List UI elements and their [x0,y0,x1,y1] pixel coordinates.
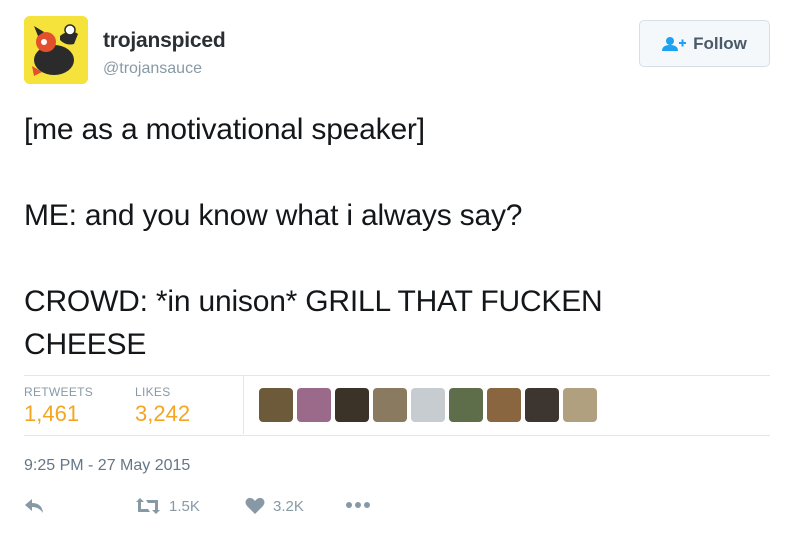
stats-divider [243,376,244,434]
more-button[interactable] [345,501,371,509]
liker-avatar[interactable] [297,388,331,422]
reply-button[interactable] [24,497,46,515]
follow-button-label: Follow [693,33,747,53]
avatar-image [24,16,88,84]
liker-avatar[interactable] [335,388,369,422]
liker-avatars [259,388,597,422]
tweet-line: CROWD: *in unison* GRILL THAT FUCKEN [24,285,603,318]
likes-label[interactable]: LIKES [135,385,171,399]
user-handle[interactable]: @trojansauce [103,60,202,78]
timestamp[interactable]: 9:25 PM - 27 May 2015 [24,457,190,475]
like-button[interactable]: 3.2K [245,497,304,515]
tweet-line: CHEESE [24,328,147,361]
liker-avatar[interactable] [563,388,597,422]
liker-avatar[interactable] [373,388,407,422]
tweet-line [24,151,769,194]
heart-icon [245,497,265,514]
tweet-text: [me as a motivational speaker] ME: and y… [24,108,769,366]
liker-avatar[interactable] [411,388,445,422]
divider [24,435,770,436]
add-user-icon [662,36,687,51]
more-icon [346,502,370,508]
tweet-line: [me as a motivational speaker] [24,113,425,146]
follow-button[interactable]: Follow [639,20,770,67]
display-name[interactable]: trojanspiced [103,29,226,53]
liker-avatar[interactable] [487,388,521,422]
liker-avatar[interactable] [449,388,483,422]
tweet-line: ME: and you know what i always say? [24,199,523,232]
retweets-label[interactable]: RETWEETS [24,385,93,399]
likes-count[interactable]: 3,242 [135,401,190,427]
divider [24,375,770,376]
liker-avatar[interactable] [525,388,559,422]
retweet-button[interactable]: 1.5K [135,497,200,515]
retweet-icon [136,498,160,514]
like-count: 3.2K [273,497,304,515]
reply-icon [25,499,43,513]
avatar[interactable] [24,16,88,84]
tweet-line [24,237,769,280]
retweets-count[interactable]: 1,461 [24,401,79,427]
retweet-count: 1.5K [169,497,200,515]
liker-avatar[interactable] [259,388,293,422]
